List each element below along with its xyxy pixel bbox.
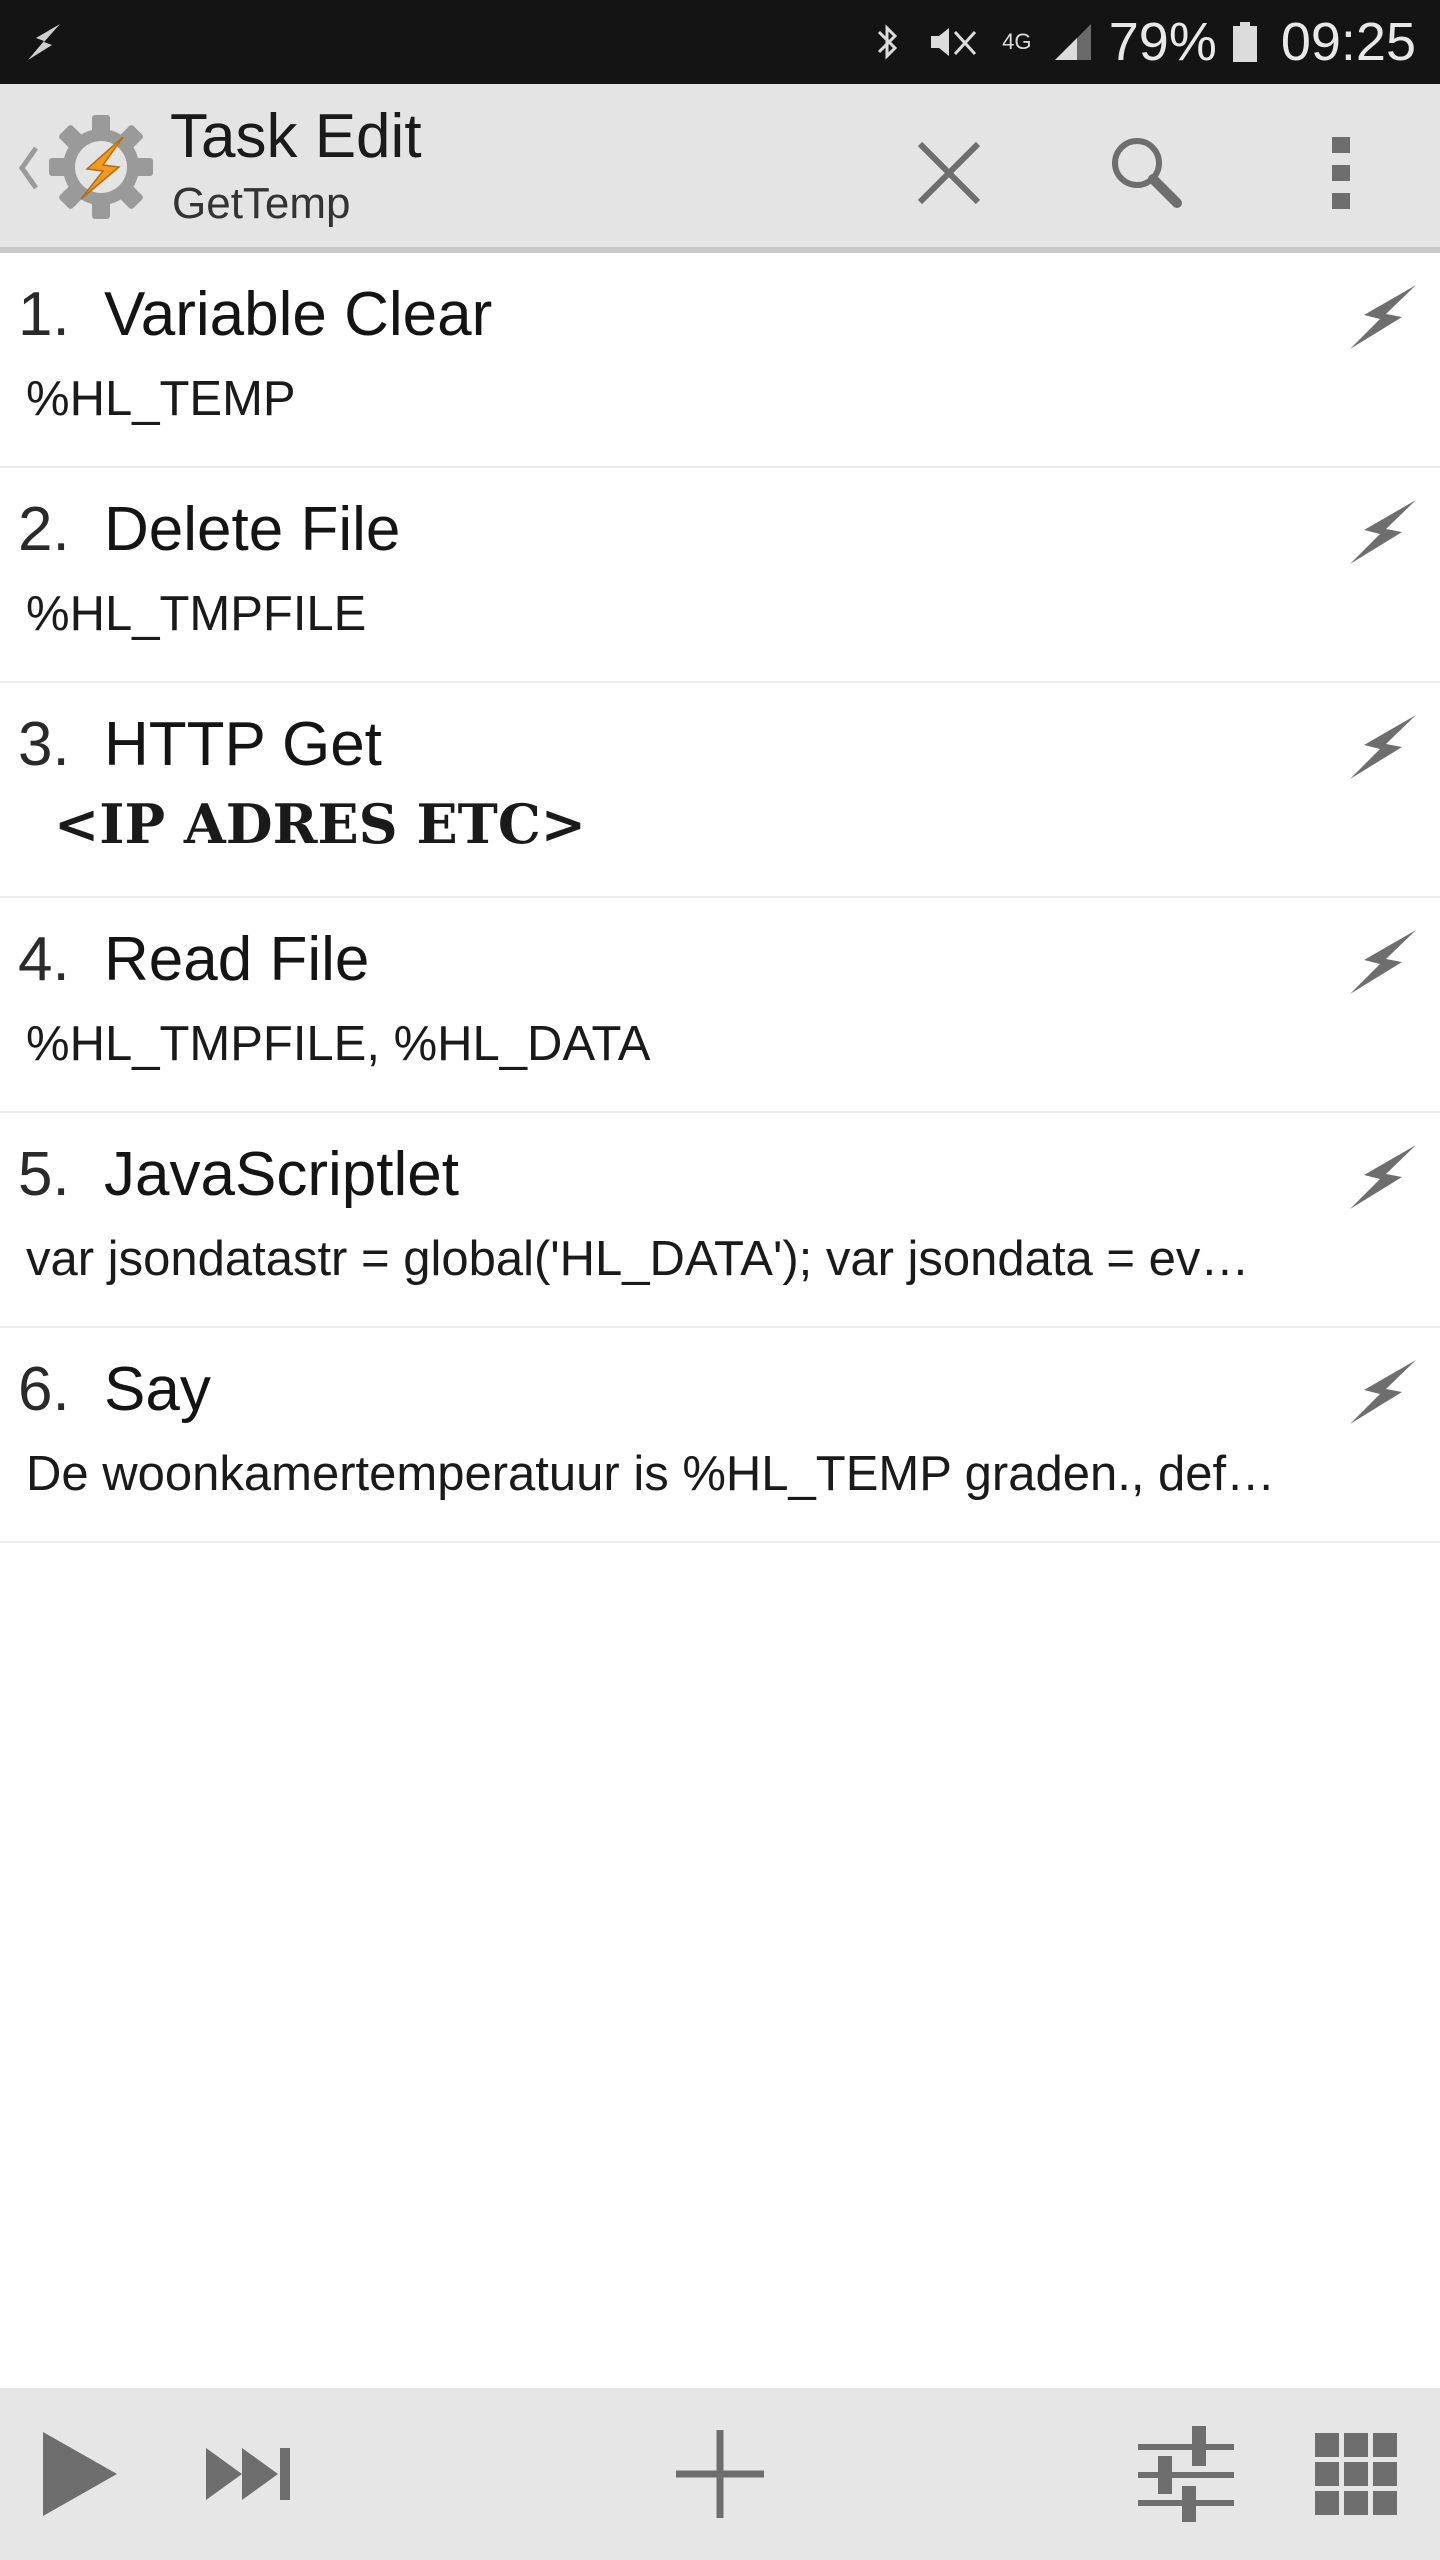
page-title: Task Edit bbox=[170, 102, 422, 171]
action-row[interactable]: 2. Delete File %HL_TMPFILE bbox=[0, 468, 1440, 683]
action-number: 2. bbox=[18, 495, 70, 564]
battery-icon bbox=[1232, 22, 1257, 62]
step-button[interactable] bbox=[200, 2424, 300, 2524]
action-detail: De woonkamertemperatuur is %HL_TEMP grad… bbox=[26, 1448, 1276, 1501]
action-categories-button[interactable] bbox=[1306, 2424, 1406, 2524]
tasker-gear-bolt-icon[interactable] bbox=[46, 112, 156, 222]
action-row[interactable]: 5. JavaScriptlet var jsondatastr = globa… bbox=[0, 1113, 1440, 1328]
action-row[interactable]: 6. Say De woonkamertemperatuur is %HL_TE… bbox=[0, 1328, 1440, 1543]
search-button[interactable] bbox=[1100, 128, 1190, 218]
bolt-icon[interactable] bbox=[1342, 1137, 1422, 1217]
action-detail: %HL_TMPFILE bbox=[26, 588, 367, 641]
task-name: GetTemp bbox=[172, 179, 351, 228]
action-detail: var jsondatastr = global('HL_DATA'); var… bbox=[26, 1233, 1250, 1286]
close-icon bbox=[917, 141, 981, 205]
bolt-icon[interactable] bbox=[1342, 707, 1422, 787]
signal-icon bbox=[1054, 24, 1091, 60]
action-name: HTTP Get bbox=[104, 710, 382, 779]
action-row[interactable]: 1. Variable Clear %HL_TEMP bbox=[0, 253, 1440, 468]
status-bar: 4G 79% 09:25 bbox=[0, 0, 1440, 84]
action-detail: %HL_TEMP bbox=[26, 373, 296, 426]
network-type: 4G bbox=[1002, 29, 1032, 54]
sliders-icon bbox=[1138, 2426, 1234, 2522]
task-properties-button[interactable] bbox=[1136, 2424, 1236, 2524]
search-icon bbox=[1112, 138, 1182, 208]
action-row[interactable]: 3. HTTP Get <IP ADRES ETC> bbox=[0, 683, 1440, 898]
plus-icon bbox=[676, 2430, 764, 2518]
run-task-button[interactable] bbox=[30, 2424, 130, 2524]
action-detail: %HL_TMPFILE, %HL_DATA bbox=[26, 1018, 651, 1071]
action-number: 5. bbox=[18, 1140, 70, 1209]
bolt-icon[interactable] bbox=[1342, 1352, 1422, 1432]
action-name: Read File bbox=[104, 925, 370, 994]
overflow-menu-button[interactable] bbox=[1296, 128, 1386, 218]
action-detail: <IP ADRES ETC> bbox=[54, 795, 587, 855]
bolt-icon[interactable] bbox=[1342, 277, 1422, 357]
skip-next-icon bbox=[206, 2448, 290, 2500]
bolt-icon[interactable] bbox=[1342, 922, 1422, 1002]
tasker-bolt-icon bbox=[28, 24, 60, 60]
bolt-icon[interactable] bbox=[1342, 492, 1422, 572]
grid-icon bbox=[1315, 2433, 1397, 2515]
action-row[interactable]: 4. Read File %HL_TMPFILE, %HL_DATA bbox=[0, 898, 1440, 1113]
battery-percent: 79% bbox=[1108, 12, 1217, 72]
play-icon bbox=[43, 2432, 117, 2516]
action-name: Delete File bbox=[104, 495, 401, 564]
more-vert-icon bbox=[1332, 137, 1350, 209]
close-button[interactable] bbox=[904, 128, 994, 218]
action-name: JavaScriptlet bbox=[104, 1140, 459, 1209]
action-bar: Task Edit GetTemp bbox=[0, 84, 1440, 253]
action-number: 3. bbox=[18, 710, 70, 779]
action-list: 1. Variable Clear %HL_TEMP 2. Delete Fil… bbox=[0, 253, 1440, 1543]
action-number: 1. bbox=[18, 280, 70, 349]
action-number: 6. bbox=[18, 1355, 70, 1424]
add-action-button[interactable] bbox=[670, 2424, 770, 2524]
action-name: Variable Clear bbox=[104, 280, 493, 349]
clock: 09:25 bbox=[1280, 12, 1416, 72]
action-number: 4. bbox=[18, 925, 70, 994]
action-name: Say bbox=[104, 1355, 211, 1424]
chevron-left-icon[interactable] bbox=[14, 140, 42, 196]
bluetooth-icon bbox=[877, 24, 897, 60]
bottom-toolbar bbox=[0, 2388, 1440, 2560]
mute-icon bbox=[930, 28, 976, 56]
